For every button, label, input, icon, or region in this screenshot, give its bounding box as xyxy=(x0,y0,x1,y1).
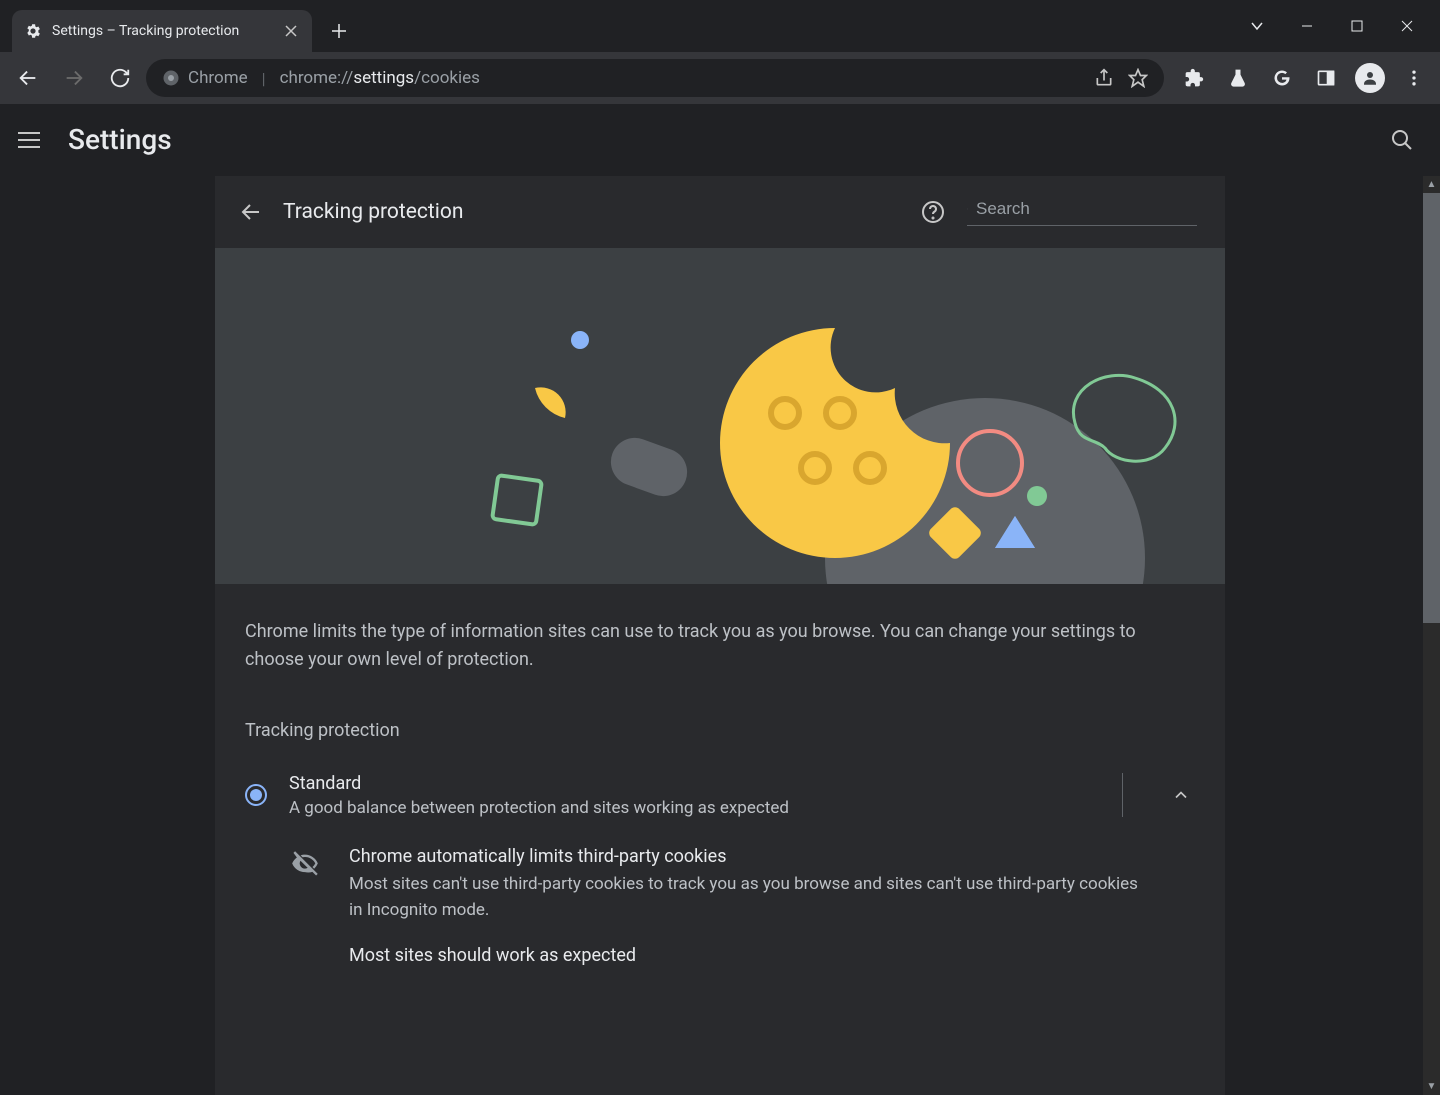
omnibox-label: Chrome xyxy=(188,68,248,88)
header-search-icon[interactable] xyxy=(1382,120,1422,160)
option-subtitle: A good balance between protection and si… xyxy=(289,798,1100,818)
minimize-button[interactable] xyxy=(1282,8,1332,44)
scroll-thumb[interactable] xyxy=(1423,193,1440,623)
panel-title: Tracking protection xyxy=(283,200,463,224)
panel-search-input[interactable] xyxy=(976,199,1197,219)
detail-cookies: Chrome automatically limits third-party … xyxy=(215,838,1225,942)
detail-sites-work: Most sites should work as expected xyxy=(215,941,1225,984)
panel-header: Tracking protection xyxy=(215,176,1225,248)
close-window-button[interactable] xyxy=(1382,8,1432,44)
collapse-icon[interactable] xyxy=(1167,781,1195,809)
menu-icon[interactable] xyxy=(1396,60,1432,96)
illustration-banner xyxy=(215,248,1225,584)
option-title: Standard xyxy=(289,773,1100,794)
share-icon[interactable] xyxy=(1094,68,1114,88)
extensions-icon[interactable] xyxy=(1176,60,1212,96)
visibility-off-icon xyxy=(291,850,319,924)
app-title: Settings xyxy=(68,123,172,156)
bookmark-icon[interactable] xyxy=(1128,68,1148,88)
panel-back-button[interactable] xyxy=(237,198,265,226)
section-title: Tracking protection xyxy=(215,694,1225,753)
browser-toolbar: Chrome | chrome://settings/cookies xyxy=(0,52,1440,104)
url-text: chrome://settings/cookies xyxy=(280,68,480,88)
spacer-icon xyxy=(291,949,319,966)
window-controls xyxy=(1232,8,1432,44)
description-text: Chrome limits the type of information si… xyxy=(215,584,1225,694)
window-titlebar: Settings – Tracking protection xyxy=(0,0,1440,52)
separator xyxy=(1122,773,1123,817)
scroll-up-arrow[interactable]: ▲ xyxy=(1423,176,1440,193)
profile-avatar[interactable] xyxy=(1352,60,1388,96)
new-tab-button[interactable] xyxy=(322,14,356,48)
labs-icon[interactable] xyxy=(1220,60,1256,96)
scroll-down-arrow[interactable]: ▼ xyxy=(1423,1078,1440,1095)
help-icon[interactable] xyxy=(921,200,945,224)
maximize-button[interactable] xyxy=(1332,8,1382,44)
close-icon[interactable] xyxy=(282,22,300,40)
tab-search-button[interactable] xyxy=(1232,8,1282,44)
hamburger-menu-icon[interactable] xyxy=(18,126,46,154)
settings-panel: Tracking protection xyxy=(215,176,1225,1095)
search-icon xyxy=(967,199,968,219)
address-bar[interactable]: Chrome | chrome://settings/cookies xyxy=(146,59,1164,97)
detail-subtitle: Most sites can't use third-party cookies… xyxy=(349,871,1139,924)
detail-title-2: Most sites should work as expected xyxy=(349,945,1139,966)
browser-tab[interactable]: Settings – Tracking protection xyxy=(12,10,312,52)
reload-button[interactable] xyxy=(100,58,140,98)
back-button[interactable] xyxy=(8,58,48,98)
option-standard[interactable]: Standard A good balance between protecti… xyxy=(215,753,1225,838)
gear-icon xyxy=(24,22,42,40)
scrollbar[interactable]: ▲ ▼ xyxy=(1423,176,1440,1095)
radio-standard[interactable] xyxy=(245,784,267,806)
content-area: Tracking protection xyxy=(0,176,1440,1095)
tab-title: Settings – Tracking protection xyxy=(52,23,272,39)
forward-button[interactable] xyxy=(54,58,94,98)
google-icon[interactable] xyxy=(1264,60,1300,96)
omnibox-divider: | xyxy=(258,69,270,88)
panel-search-field[interactable] xyxy=(967,199,1197,226)
chrome-logo-icon: Chrome xyxy=(162,68,248,88)
side-panel-icon[interactable] xyxy=(1308,60,1344,96)
detail-title: Chrome automatically limits third-party … xyxy=(349,846,1139,867)
settings-header: Settings xyxy=(0,104,1440,176)
